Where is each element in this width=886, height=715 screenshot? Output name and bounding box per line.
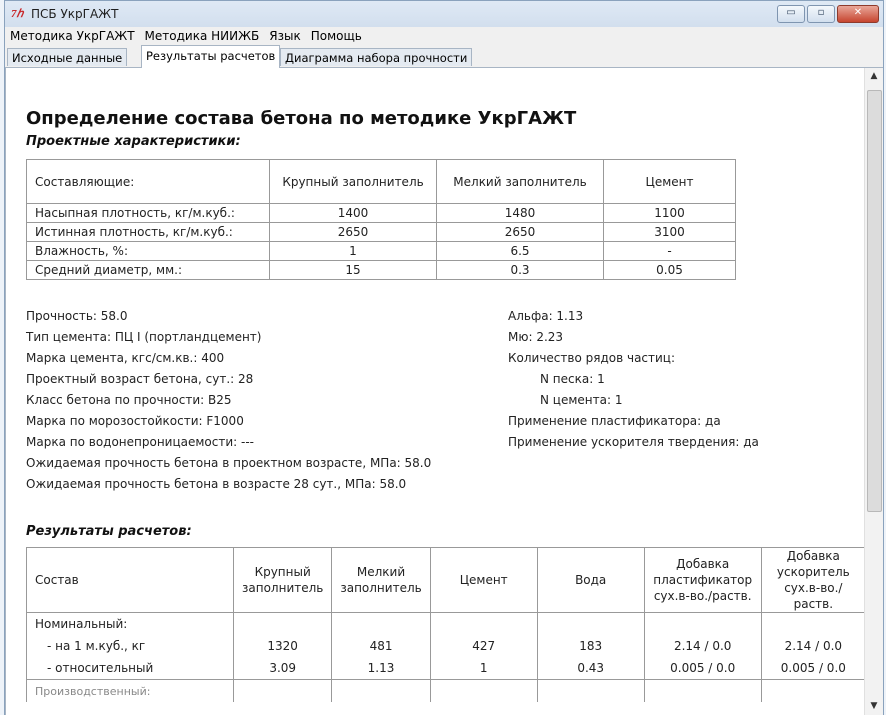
prop-n-cement: N цемента: 1 xyxy=(540,393,623,407)
table-cell: 2650 xyxy=(436,222,604,242)
menu-language[interactable]: Язык xyxy=(264,29,305,43)
materials-header-fine: Мелкий заполнитель xyxy=(436,159,604,204)
results-header-coarse: Крупный заполнитель xyxy=(232,547,333,613)
prop-alpha: Альфа: 1.13 xyxy=(508,309,584,323)
prop-cement-grade: Марка цемента, кгс/см.кв.: 400 xyxy=(26,351,225,365)
group-label-production: Производственный: xyxy=(26,679,234,702)
materials-header-cement: Цемент xyxy=(603,159,736,204)
table-cell: 0.005 / 0.0 xyxy=(760,657,865,680)
table-cell: 0.3 xyxy=(436,260,604,280)
prop-mu: Мю: 2.23 xyxy=(508,330,564,344)
results-header-composition: Состав xyxy=(26,547,234,613)
scroll-up-arrow-icon[interactable]: ▲ xyxy=(865,68,883,85)
tab-strength-diagram[interactable]: Диаграмма набора прочности xyxy=(280,48,473,66)
table-cell: 0.43 xyxy=(536,657,645,680)
group-label-nominal: Номинальный: xyxy=(26,612,234,635)
prop-accelerator: Применение ускорителя твердения: да xyxy=(508,435,759,449)
materials-header-coarse: Крупный заполнитель xyxy=(269,159,437,204)
prop-expected-strength-design: Ожидаемая прочность бетона в проектном в… xyxy=(26,456,432,470)
table-cell: 1400 xyxy=(269,203,437,223)
menu-niizhb[interactable]: Методика НИИЖБ xyxy=(140,29,265,43)
results-table: Состав Крупный заполнитель Мелкий заполн… xyxy=(26,547,865,702)
table-cell: 183 xyxy=(536,635,645,657)
table-cell: 481 xyxy=(331,635,431,657)
maximize-button[interactable]: ▫ xyxy=(807,5,835,23)
table-cell: Влажность, %: xyxy=(26,241,270,261)
table-cell: 0.005 / 0.0 xyxy=(643,657,762,680)
table-cell: 1480 xyxy=(436,203,604,223)
menu-help[interactable]: Помощь xyxy=(306,29,367,43)
title-bar[interactable]: 7ℎ ПСБ УкрГАЖТ ▭ ▫ ✕ xyxy=(5,1,883,27)
results-panel: Определение состава бетона по методике У… xyxy=(5,68,865,715)
materials-header-label: Составляющие: xyxy=(26,159,270,204)
prop-frost-resistance: Марка по морозостойкости: F1000 xyxy=(26,414,244,428)
app-window: 7ℎ ПСБ УкрГАЖТ ▭ ▫ ✕ Методика УкрГАЖТ Ме… xyxy=(4,0,884,715)
prop-plasticizer: Применение пластификатора: да xyxy=(508,414,721,428)
tab-results[interactable]: Результаты расчетов xyxy=(141,45,281,68)
table-cell: Насыпная плотность, кг/м.куб.: xyxy=(26,203,270,223)
table-cell: - на 1 м.куб., кг xyxy=(26,635,234,657)
materials-table: Составляющие: Крупный заполнитель Мелкий… xyxy=(26,159,736,280)
table-cell: 15 xyxy=(269,260,437,280)
prop-n-sand: N песка: 1 xyxy=(540,372,605,386)
close-button[interactable]: ✕ xyxy=(837,5,879,23)
minimize-button[interactable]: ▭ xyxy=(777,5,805,23)
table-cell: 3.09 xyxy=(232,657,333,680)
table-cell: 6.5 xyxy=(436,241,604,261)
results-header-water: Вода xyxy=(536,547,645,613)
table-cell: 1 xyxy=(269,241,437,261)
results-header-cement: Цемент xyxy=(429,547,538,613)
page-title: Определение состава бетона по методике У… xyxy=(26,108,577,129)
table-cell: 427 xyxy=(429,635,538,657)
table-cell: 3100 xyxy=(603,222,736,242)
window-title: ПСБ УкрГАЖТ xyxy=(31,7,119,21)
prop-concrete-class: Класс бетона по прочности: B25 xyxy=(26,393,232,407)
prop-water-resistance: Марка по водонепроницаемости: --- xyxy=(26,435,255,449)
scroll-down-arrow-icon[interactable]: ▼ xyxy=(865,698,883,715)
table-cell: - относительный xyxy=(26,657,234,680)
table-cell: 1320 xyxy=(232,635,333,657)
design-properties-right: Альфа: 1.13 Мю: 2.23 Количество рядов ча… xyxy=(508,306,759,453)
results-header-accelerator: Добавка ускоритель сух.в-во./раств. xyxy=(760,547,865,613)
results-section-title: Результаты расчетов: xyxy=(26,524,192,539)
table-cell: 1100 xyxy=(603,203,736,223)
prop-design-age: Проектный возраст бетона, сут.: 28 xyxy=(26,372,254,386)
table-cell: Истинная плотность, кг/м.куб.: xyxy=(26,222,270,242)
table-cell: 1.13 xyxy=(331,657,431,680)
prop-cement-type: Тип цемента: ПЦ I (портландцемент) xyxy=(26,330,262,344)
table-cell: 2.14 / 0.0 xyxy=(760,635,865,657)
prop-expected-strength-28d: Ожидаемая прочность бетона в возрасте 28… xyxy=(26,477,407,491)
table-cell: 1 xyxy=(429,657,538,680)
table-cell: - xyxy=(603,241,736,261)
vertical-scrollbar[interactable]: ▲ ▼ xyxy=(864,68,883,715)
menu-bar: Методика УкрГАЖТ Методика НИИЖБ Язык Пом… xyxy=(5,27,883,45)
prop-particle-rows: Количество рядов частиц: xyxy=(508,351,676,365)
scroll-thumb[interactable] xyxy=(867,90,882,512)
prop-strength: Прочность: 58.0 xyxy=(26,309,128,323)
window-controls: ▭ ▫ ✕ xyxy=(777,5,879,23)
design-properties-left: Прочность: 58.0 Тип цемента: ПЦ I (портл… xyxy=(26,306,431,495)
table-cell: 2.14 / 0.0 xyxy=(643,635,762,657)
table-cell: 2650 xyxy=(269,222,437,242)
app-logo-icon: 7ℎ xyxy=(11,8,24,20)
table-cell: Средний диаметр, мм.: xyxy=(26,260,270,280)
results-header-fine: Мелкий заполнитель xyxy=(331,547,431,613)
tab-strip: Исходные данные Результаты расчетов Диаг… xyxy=(5,45,883,68)
tab-input-data[interactable]: Исходные данные xyxy=(7,48,128,66)
design-section-title: Проектные характеристики: xyxy=(26,134,241,149)
table-cell: 0.05 xyxy=(603,260,736,280)
results-header-plasticizer: Добавка пластификатор сух.в-во./раств. xyxy=(643,547,762,613)
menu-ukrgazht[interactable]: Методика УкрГАЖТ xyxy=(5,29,140,43)
